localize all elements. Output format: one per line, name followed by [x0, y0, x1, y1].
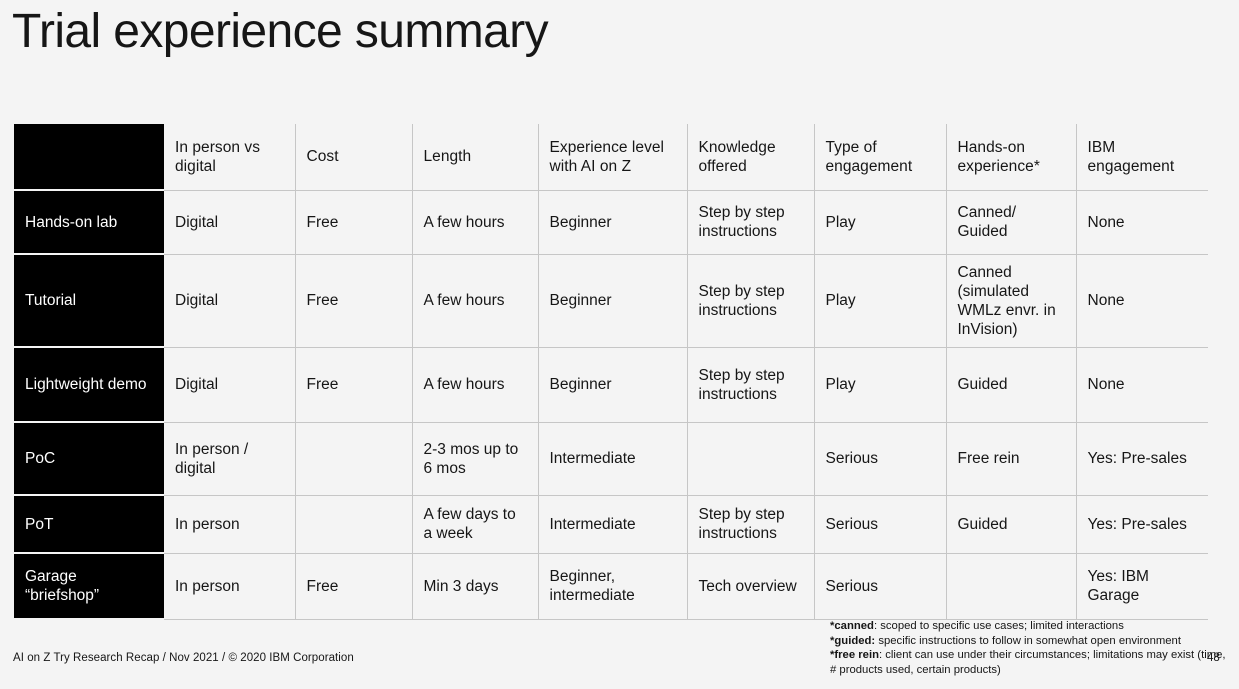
footnote-text: client can use under their circumstances… — [830, 649, 1226, 676]
cell-value: A few hours — [412, 190, 539, 255]
cell-value: Serious — [814, 553, 947, 620]
table-row: Tutorial Digital Free A few hours Beginn… — [14, 254, 1208, 348]
cell-value: Guided — [946, 347, 1077, 423]
cell-value: Guided — [946, 495, 1077, 554]
cell-value: A few days to a week — [412, 495, 539, 554]
footnote-canned: *canned: scoped to specific use cases; l… — [830, 619, 1230, 634]
cell-value: Play — [814, 254, 947, 348]
cell-value: Tech overview — [687, 553, 815, 620]
table-header-row: In person vs digital Cost Length Experie… — [14, 124, 1208, 191]
row-label-lightweight-demo: Lightweight demo — [14, 347, 164, 423]
cell-value: Step by step instructions — [687, 347, 815, 423]
cell-value: Canned/ Guided — [946, 190, 1077, 255]
column-header-cost: Cost — [295, 124, 413, 191]
cell-value: Digital — [164, 347, 296, 423]
table-row: Hands-on lab Digital Free A few hours Be… — [14, 190, 1208, 255]
cell-value: 2-3 mos up to 6 mos — [412, 422, 539, 496]
footnote-free-rein: *free rein: client can use under their c… — [830, 648, 1230, 677]
footnote-text: specific instructions to follow in somew… — [878, 634, 1181, 647]
cell-value: Beginner — [538, 254, 688, 348]
cell-value — [687, 422, 815, 496]
row-label-poc: PoC — [14, 422, 164, 496]
cell-value: Digital — [164, 190, 296, 255]
table-row: Lightweight demo Digital Free A few hour… — [14, 347, 1208, 423]
slide-canvas: Trial experience summary In person vs di… — [0, 0, 1239, 689]
cell-value: Yes: Pre-sales — [1076, 495, 1208, 554]
cell-value: Canned (simulated WMLz envr. in InVision… — [946, 254, 1077, 348]
row-label-hands-on-lab: Hands-on lab — [14, 190, 164, 255]
cell-value: Play — [814, 347, 947, 423]
footer-attribution: AI on Z Try Research Recap / Nov 2021 / … — [13, 652, 354, 664]
column-header-ibm-engagement: IBM engagement — [1076, 124, 1208, 191]
cell-value — [295, 495, 413, 554]
cell-value: None — [1076, 190, 1208, 255]
row-label-garage-briefshop: Garage “briefshop” — [14, 553, 164, 620]
row-label-pot: PoT — [14, 495, 164, 554]
table-row: Garage “briefshop” In person Free Min 3 … — [14, 553, 1208, 620]
table-row: PoT In person A few days to a week Inter… — [14, 495, 1208, 554]
cell-value: Beginner, intermediate — [538, 553, 688, 620]
page-title: Trial experience summary — [12, 5, 549, 58]
cell-value: In person / digital — [164, 422, 296, 496]
cell-value: In person — [164, 495, 296, 554]
table-corner-cell — [14, 124, 164, 191]
row-label-tutorial: Tutorial — [14, 254, 164, 348]
cell-value: Play — [814, 190, 947, 255]
trial-experience-table-wrapper: In person vs digital Cost Length Experie… — [14, 124, 1208, 620]
table-body: Hands-on lab Digital Free A few hours Be… — [14, 190, 1208, 620]
cell-value: Min 3 days — [412, 553, 539, 620]
cell-value: Serious — [814, 495, 947, 554]
cell-value: Free — [295, 553, 413, 620]
cell-value: None — [1076, 347, 1208, 423]
cell-value: Beginner — [538, 190, 688, 255]
footnote-term: *free rein — [830, 649, 879, 662]
footnote-guided: *guided: specific instructions to follow… — [830, 634, 1230, 649]
column-header-in-person-vs-digital: In person vs digital — [164, 124, 296, 191]
column-header-type-of-engagement: Type of engagement — [814, 124, 947, 191]
cell-value: Step by step instructions — [687, 254, 815, 348]
cell-value: Intermediate — [538, 495, 688, 554]
column-header-hands-on-experience: Hands-on experience* — [946, 124, 1077, 191]
cell-value: Serious — [814, 422, 947, 496]
column-header-knowledge-offered: Knowledge offered — [687, 124, 815, 191]
column-header-length: Length — [412, 124, 539, 191]
cell-value: Free — [295, 190, 413, 255]
page-number: 48 — [1207, 652, 1220, 664]
cell-value: In person — [164, 553, 296, 620]
cell-value: Free — [295, 254, 413, 348]
cell-value: Intermediate — [538, 422, 688, 496]
cell-value: Step by step instructions — [687, 190, 815, 255]
cell-value: Yes: IBM Garage — [1076, 553, 1208, 620]
cell-value: Yes: Pre-sales — [1076, 422, 1208, 496]
column-header-experience-level: Experience level with AI on Z — [538, 124, 688, 191]
cell-value: A few hours — [412, 347, 539, 423]
cell-value — [295, 422, 413, 496]
table-header: In person vs digital Cost Length Experie… — [14, 124, 1208, 191]
footnotes-block: *canned: scoped to specific use cases; l… — [830, 619, 1230, 677]
footnote-term: *canned — [830, 620, 874, 632]
cell-value: Digital — [164, 254, 296, 348]
table-row: PoC In person / digital 2-3 mos up to 6 … — [14, 422, 1208, 496]
cell-value: Beginner — [538, 347, 688, 423]
cell-value — [946, 553, 1077, 620]
trial-experience-table: In person vs digital Cost Length Experie… — [14, 124, 1208, 620]
cell-value: Free — [295, 347, 413, 423]
footnote-text: scoped to specific use cases; limited in… — [880, 620, 1124, 632]
footnote-term: *guided: — [830, 634, 876, 647]
cell-value: None — [1076, 254, 1208, 348]
cell-value: Free rein — [946, 422, 1077, 496]
cell-value: A few hours — [412, 254, 539, 348]
cell-value: Step by step instructions — [687, 495, 815, 554]
